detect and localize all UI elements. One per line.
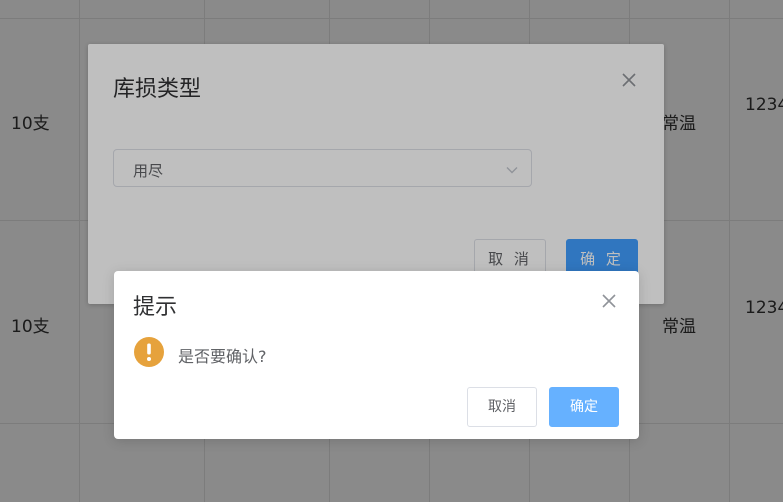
confirm-message-box: 提示 是否要确认? 取消 确定 [114, 271, 639, 439]
message-text: 是否要确认? [178, 347, 267, 366]
warning-icon [134, 337, 164, 367]
close-icon[interactable] [599, 291, 619, 311]
cancel-button[interactable]: 取消 [467, 387, 537, 427]
message-box-title: 提示 [133, 295, 178, 320]
confirm-button[interactable]: 确定 [549, 387, 619, 427]
